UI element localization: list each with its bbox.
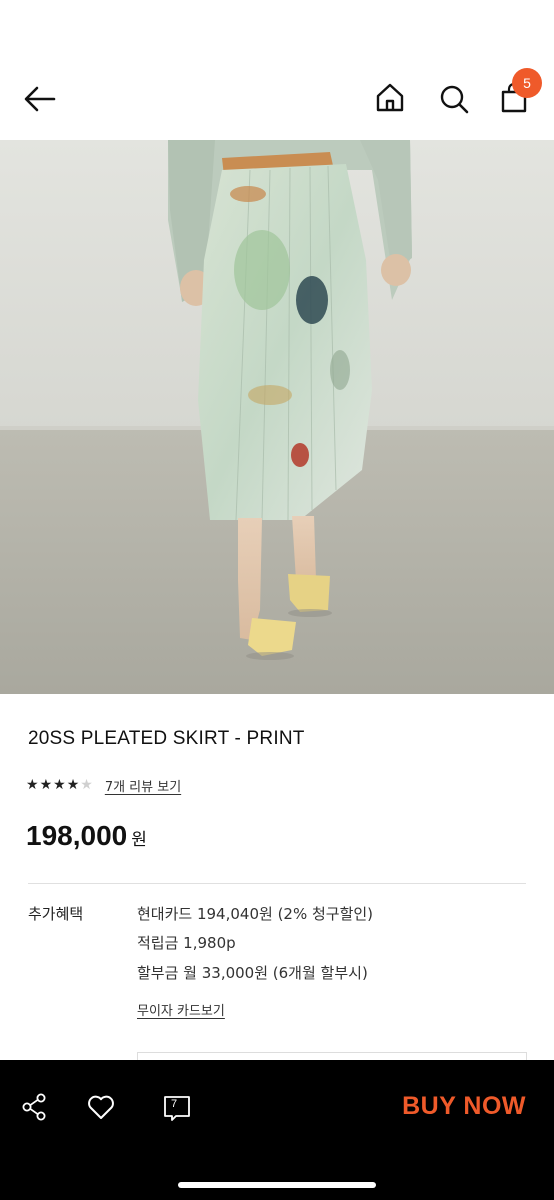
top-nav-bar: 5: [0, 0, 554, 140]
price-unit: 원: [131, 830, 147, 850]
home-indicator: [178, 1182, 376, 1188]
star-rating: ★ ★ ★ ★ ★: [26, 778, 93, 792]
product-title: 20SS PLEATED SKIRT - PRINT: [28, 728, 305, 749]
search-icon: [440, 85, 469, 114]
bottom-action-bar: 7 BUY NOW: [0, 1060, 554, 1200]
review-count: 7: [170, 1098, 178, 1110]
product-price: 198,000 원: [26, 820, 147, 852]
product-image[interactable]: [0, 140, 554, 694]
search-button[interactable]: [434, 78, 474, 118]
divider: [28, 883, 526, 884]
extra-benefits-label: 추가혜택: [28, 905, 84, 923]
review-button[interactable]: 7: [162, 1092, 192, 1122]
cart-count-badge: 5: [512, 68, 542, 98]
installment-text: 할부금 월 33,000원 (6개월 할부시): [137, 964, 368, 982]
wishlist-button[interactable]: [86, 1092, 116, 1122]
buy-now-button[interactable]: BUY NOW: [402, 1092, 526, 1121]
review-link[interactable]: 7개 리뷰 보기: [105, 776, 181, 795]
heart-icon: [88, 1095, 114, 1119]
share-button[interactable]: [20, 1092, 50, 1122]
reward-points-text: 적립금 1,980p: [137, 934, 236, 952]
home-button[interactable]: [370, 78, 410, 118]
home-icon: [376, 83, 404, 112]
product-photo: [0, 140, 554, 694]
star-filled-icon: ★: [26, 777, 39, 793]
star-empty-icon: ★: [80, 777, 93, 793]
product-rating: ★ ★ ★ ★ ★ 7개 리뷰 보기: [26, 774, 181, 796]
price-amount: 198,000: [26, 820, 128, 851]
card-discount-text: 현대카드 194,040원 (2% 청구할인): [137, 905, 374, 923]
arrow-left-icon: [24, 86, 56, 112]
star-filled-icon: ★: [53, 777, 66, 793]
back-button[interactable]: [20, 80, 60, 120]
share-icon: [22, 1093, 46, 1121]
star-filled-icon: ★: [66, 777, 80, 793]
star-filled-icon: ★: [39, 777, 53, 793]
interest-free-card-link[interactable]: 무이자 카드보기: [137, 1000, 225, 1019]
